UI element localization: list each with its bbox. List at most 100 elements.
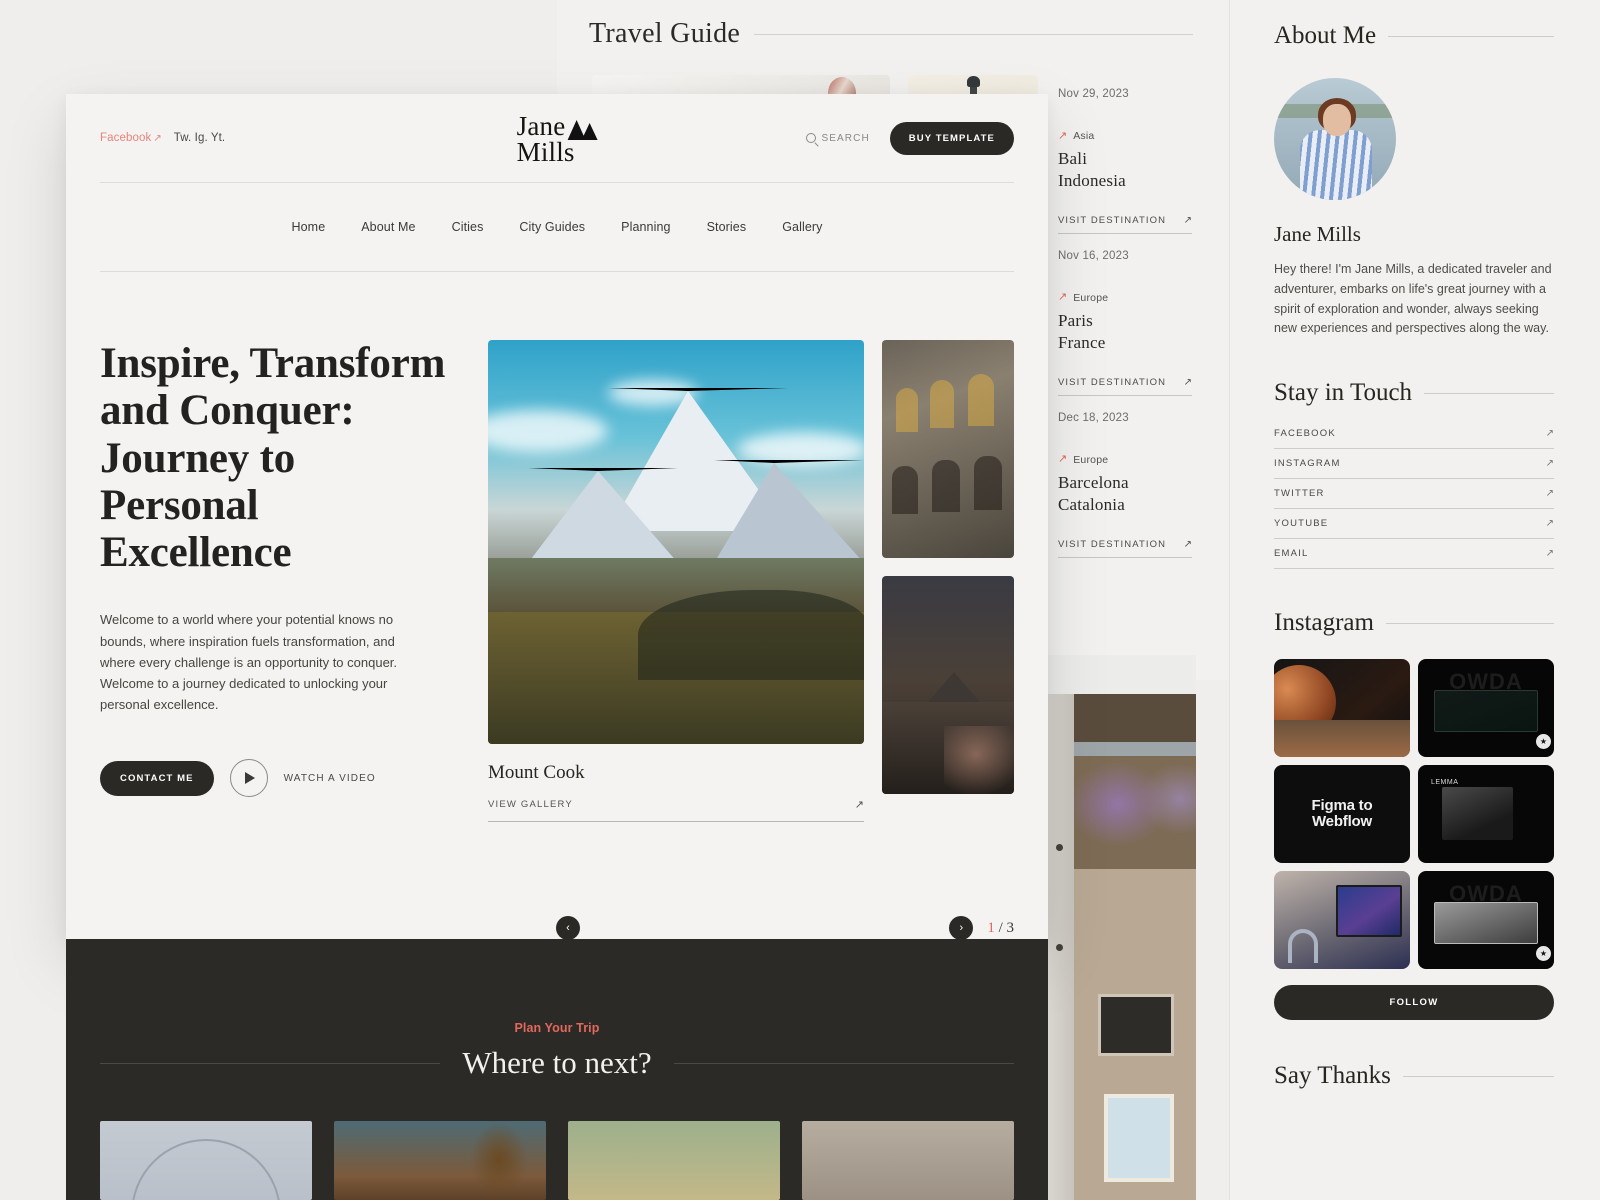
- instagram-tile-figma-webflow[interactable]: Figma to Webflow: [1274, 765, 1410, 863]
- mountain-icon: [567, 120, 597, 140]
- destination-thumb-cityscape[interactable]: [802, 1121, 1014, 1200]
- arrow-up-right-icon: ↗: [1546, 518, 1554, 529]
- nav-item-gallery[interactable]: Gallery: [782, 220, 822, 234]
- logo[interactable]: Jane Mills: [517, 114, 598, 165]
- featured-photo-block: Mount Cook VIEW GALLERY ↗: [488, 340, 864, 822]
- instagram-tile-title-line2: Webflow: [1312, 814, 1373, 830]
- instagram-tile-owda-1[interactable]: OWDA ★: [1418, 659, 1554, 757]
- nav-item-planning[interactable]: Planning: [621, 220, 670, 234]
- contact-me-button[interactable]: CONTACT ME: [100, 761, 214, 796]
- picture-frame-light: [1104, 1094, 1174, 1182]
- instagram-header: Instagram: [1274, 609, 1554, 637]
- mount-cook-photo[interactable]: [488, 340, 864, 744]
- stay-in-touch-header: Stay in Touch: [1274, 379, 1554, 407]
- sidebar-divider: [1229, 0, 1230, 1200]
- nav-item-home[interactable]: Home: [292, 220, 326, 234]
- carousel-separator: /: [999, 920, 1003, 936]
- destination-city: Bali: [1058, 148, 1192, 170]
- say-thanks-heading: Say Thanks: [1274, 1062, 1391, 1090]
- view-gallery-label: VIEW GALLERY: [488, 799, 573, 810]
- hero-gallery: Mount Cook VIEW GALLERY ↗: [488, 340, 1014, 822]
- destination-thumb-ferris-wheel[interactable]: [100, 1121, 312, 1200]
- plan-section-title-row: Where to next?: [66, 1045, 1048, 1081]
- social-link-email[interactable]: EMAIL ↗: [1274, 539, 1554, 569]
- main-page-card: Facebook↗ Tw. Ig. Yt. Jane Mills: [66, 94, 1048, 939]
- carousel-prev-button[interactable]: ‹: [556, 916, 580, 940]
- logo-line-2: Mills: [517, 140, 598, 166]
- buy-template-button[interactable]: BUY TEMPLATE: [890, 122, 1014, 155]
- author-bio: Hey there! I'm Jane Mills, a dedicated t…: [1274, 260, 1554, 339]
- plan-section-kicker: Plan Your Trip: [66, 1021, 1048, 1035]
- instagram-tile-desk-setup[interactable]: [1274, 871, 1410, 969]
- instagram-tile-owda-2[interactable]: OWDA ★: [1418, 871, 1554, 969]
- carousel-current-page: 1: [987, 920, 995, 936]
- social-link-list: FACEBOOK ↗ INSTAGRAM ↗ TWITTER ↗ YOUTUBE…: [1274, 419, 1554, 569]
- instagram-section: Instagram OWDA ★ Figma to Webflow: [1274, 609, 1554, 1020]
- main-navigation: Home About Me Cities City Guides Plannin…: [100, 183, 1014, 271]
- social-link-facebook[interactable]: FACEBOOK ↗: [1274, 419, 1554, 449]
- destination-thumbnail-grid: [100, 1121, 1014, 1200]
- view-gallery-link[interactable]: VIEW GALLERY ↗: [488, 798, 864, 822]
- social-link-label: YOUTUBE: [1274, 518, 1328, 529]
- gallery-thumbnails: [882, 340, 1014, 822]
- instagram-tile-mars[interactable]: [1274, 659, 1410, 757]
- avatar: [1274, 78, 1396, 200]
- carousel-total-pages: 3: [1007, 920, 1015, 936]
- instagram-tile-lemma[interactable]: LEMMA: [1418, 765, 1554, 863]
- watch-video-label[interactable]: WATCH A VIDEO: [284, 773, 376, 784]
- destination-item[interactable]: Nov 29, 2023 ↗ Asia Bali Indonesia VISIT…: [1058, 88, 1192, 234]
- colosseum-thumbnail[interactable]: [882, 340, 1014, 558]
- destination-region-label: Europe: [1073, 292, 1108, 304]
- picture-frame-dark: [1098, 994, 1174, 1056]
- social-link-youtube[interactable]: YOUTUBE ↗: [1274, 509, 1554, 539]
- social-link-twitter[interactable]: TWITTER ↗: [1274, 479, 1554, 509]
- social-link-instagram[interactable]: INSTAGRAM ↗: [1274, 449, 1554, 479]
- visit-destination-label: VISIT DESTINATION: [1058, 215, 1166, 226]
- nav-item-city-guides[interactable]: City Guides: [519, 220, 585, 234]
- other-social-links[interactable]: Tw. Ig. Yt.: [174, 132, 225, 144]
- arrow-up-right-icon: ↗: [1184, 539, 1192, 550]
- wisteria-wall-photo: [1048, 694, 1196, 1200]
- arrow-up-right-icon: ↗: [1546, 458, 1554, 469]
- facebook-link[interactable]: Facebook↗: [100, 132, 162, 144]
- arrow-up-right-icon: ↗: [1546, 428, 1554, 439]
- visit-destination-link[interactable]: VISIT DESTINATION ↗: [1058, 215, 1192, 234]
- nav-item-cities[interactable]: Cities: [452, 220, 484, 234]
- visit-destination-link[interactable]: VISIT DESTINATION ↗: [1058, 539, 1192, 558]
- destination-country: Indonesia: [1058, 170, 1192, 192]
- wall-dot: [1056, 844, 1063, 851]
- search-label: SEARCH: [822, 133, 870, 144]
- instagram-grid: OWDA ★ Figma to Webflow LEMMA: [1274, 659, 1554, 969]
- hero-text-column: Inspire, Transform and Conquer: Journey …: [100, 340, 488, 822]
- destination-region: ↗ Europe: [1058, 454, 1192, 466]
- play-button[interactable]: [230, 759, 268, 797]
- carousel-next-button[interactable]: ›: [949, 916, 973, 940]
- destination-item[interactable]: Dec 18, 2023 ↗ Europe Barcelona Cataloni…: [1058, 412, 1192, 558]
- about-me-header: About Me: [1274, 22, 1554, 50]
- about-me-rule: [1388, 36, 1554, 37]
- destination-city: Paris: [1058, 310, 1192, 332]
- nav-item-stories[interactable]: Stories: [707, 220, 747, 234]
- social-links-top: Facebook↗ Tw. Ig. Yt.: [100, 132, 225, 144]
- plan-section-header: Plan Your Trip: [66, 939, 1048, 1035]
- instagram-badge-icon: ★: [1536, 734, 1551, 749]
- carousel-right-controls: › 1 / 3: [949, 916, 1014, 940]
- search-button[interactable]: SEARCH: [806, 133, 870, 144]
- social-link-label: EMAIL: [1274, 548, 1309, 559]
- nav-item-about-me[interactable]: About Me: [361, 220, 415, 234]
- destination-thumb-palm[interactable]: [334, 1121, 546, 1200]
- logo-line-1: Jane: [517, 114, 566, 140]
- visit-destination-link[interactable]: VISIT DESTINATION ↗: [1058, 377, 1192, 396]
- destination-country: Catalonia: [1058, 494, 1192, 516]
- wall-dot: [1056, 944, 1063, 951]
- stay-in-touch-section: Stay in Touch FACEBOOK ↗ INSTAGRAM ↗ TWI…: [1274, 379, 1554, 569]
- follow-button[interactable]: FOLLOW: [1274, 985, 1554, 1020]
- volcano-thumbnail[interactable]: [882, 576, 1014, 794]
- destination-item[interactable]: Nov 16, 2023 ↗ Europe Paris France VISIT…: [1058, 250, 1192, 396]
- destination-thumb-field[interactable]: [568, 1121, 780, 1200]
- facebook-label: Facebook: [100, 132, 151, 144]
- instagram-rule: [1386, 623, 1554, 624]
- hero-section: Inspire, Transform and Conquer: Journey …: [100, 272, 1014, 822]
- plan-section-title: Where to next?: [462, 1045, 651, 1081]
- destination-date: Nov 16, 2023: [1058, 250, 1192, 262]
